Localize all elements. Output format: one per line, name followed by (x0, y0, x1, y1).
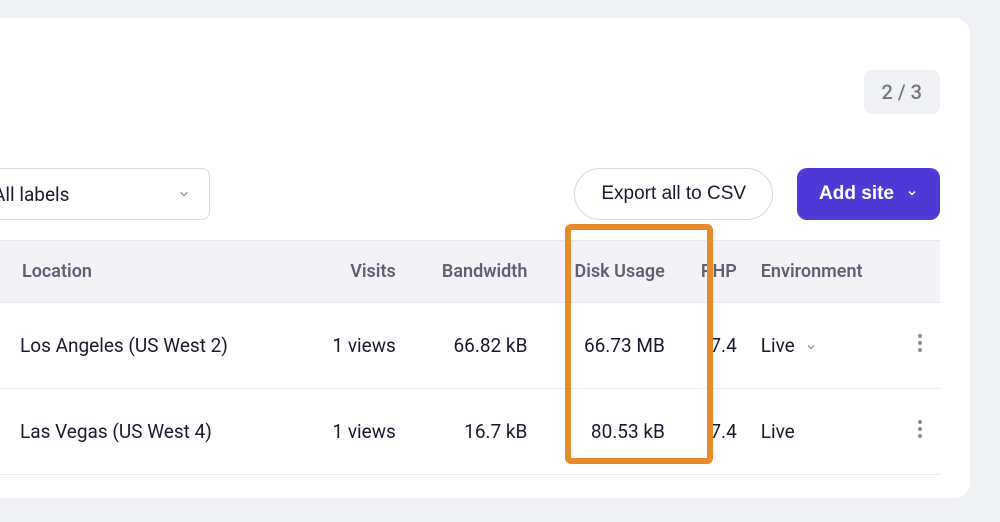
cell-environment[interactable]: Live (749, 303, 900, 389)
kebab-icon (918, 331, 922, 355)
cell-location: Los Angeles (US West 2) (0, 303, 303, 389)
export-csv-button[interactable]: Export all to CSV (574, 168, 773, 220)
labels-dropdown[interactable]: All labels (0, 168, 210, 220)
row-actions-button[interactable] (900, 389, 940, 475)
export-csv-label: Export all to CSV (601, 183, 746, 204)
col-disk-usage[interactable]: Disk Usage (539, 241, 676, 303)
sites-table-wrap: Location Visits Bandwidth Disk Usage PHP… (0, 240, 940, 475)
pagination-text: 2 / 3 (882, 80, 922, 104)
chevron-down-icon (177, 183, 191, 206)
chevron-down-icon (906, 186, 918, 202)
cell-bandwidth: 16.7 kB (408, 389, 540, 475)
labels-dropdown-label: All labels (0, 183, 69, 206)
col-environment[interactable]: Environment (749, 241, 900, 303)
add-site-label: Add site (819, 183, 894, 205)
col-visits[interactable]: Visits (303, 241, 408, 303)
cell-disk-usage: 66.73 MB (539, 303, 676, 389)
cell-visits: 1 views (303, 303, 408, 389)
table-row[interactable]: Las Vegas (US West 4) 1 views 16.7 kB 80… (0, 389, 940, 475)
cell-location: Las Vegas (US West 4) (0, 389, 303, 475)
cell-php: 7.4 (677, 389, 749, 475)
table-header-row: Location Visits Bandwidth Disk Usage PHP… (0, 241, 940, 303)
kebab-icon (918, 417, 922, 441)
content-card: 2 / 3 All labels Export all to CSV Add s… (0, 18, 970, 498)
col-bandwidth[interactable]: Bandwidth (408, 241, 540, 303)
col-actions (900, 241, 940, 303)
col-location[interactable]: Location (0, 241, 303, 303)
table-row[interactable]: Los Angeles (US West 2) 1 views 66.82 kB… (0, 303, 940, 389)
row-actions-button[interactable] (900, 303, 940, 389)
cell-visits: 1 views (303, 389, 408, 475)
cell-php: 7.4 (677, 303, 749, 389)
sites-table: Location Visits Bandwidth Disk Usage PHP… (0, 240, 940, 475)
add-site-button[interactable]: Add site (797, 168, 940, 220)
col-php[interactable]: PHP (677, 241, 749, 303)
cell-environment: Live (749, 389, 900, 475)
toolbar: All labels Export all to CSV Add site (0, 168, 940, 220)
chevron-down-icon (805, 341, 817, 357)
cell-disk-usage: 80.53 kB (539, 389, 676, 475)
pagination-indicator: 2 / 3 (864, 70, 940, 114)
cell-bandwidth: 66.82 kB (408, 303, 540, 389)
